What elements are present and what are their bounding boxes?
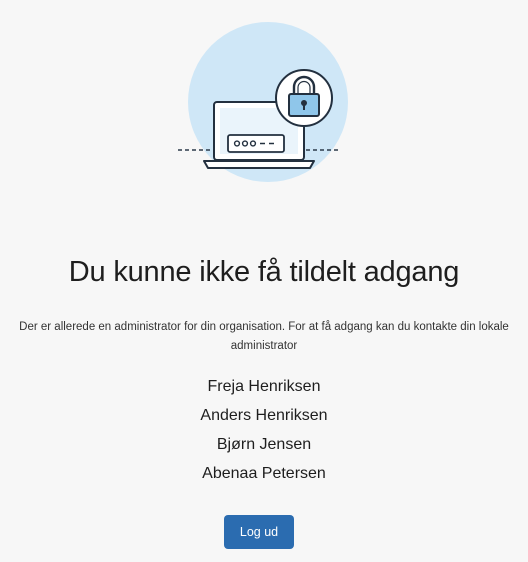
access-denied-illustration	[164, 20, 364, 190]
administrator-name: Bjørn Jensen	[216, 436, 312, 453]
logout-button[interactable]: Log ud	[224, 515, 294, 549]
administrator-name: Freja Henriksen	[207, 378, 321, 395]
administrator-name: Anders Henriksen	[200, 407, 328, 424]
info-message: Der er allerede en administrator for din…	[19, 321, 509, 352]
lock-icon	[275, 69, 333, 127]
password-field-icon	[227, 134, 285, 153]
administrator-name: Abenaa Petersen	[202, 465, 326, 482]
laptop-lock-icon	[178, 22, 348, 182]
administrator-list: Freja Henriksen Anders Henriksen Bjørn J…	[0, 372, 528, 488]
page-title: Du kunne ikke få tildelt adgang	[68, 256, 460, 288]
